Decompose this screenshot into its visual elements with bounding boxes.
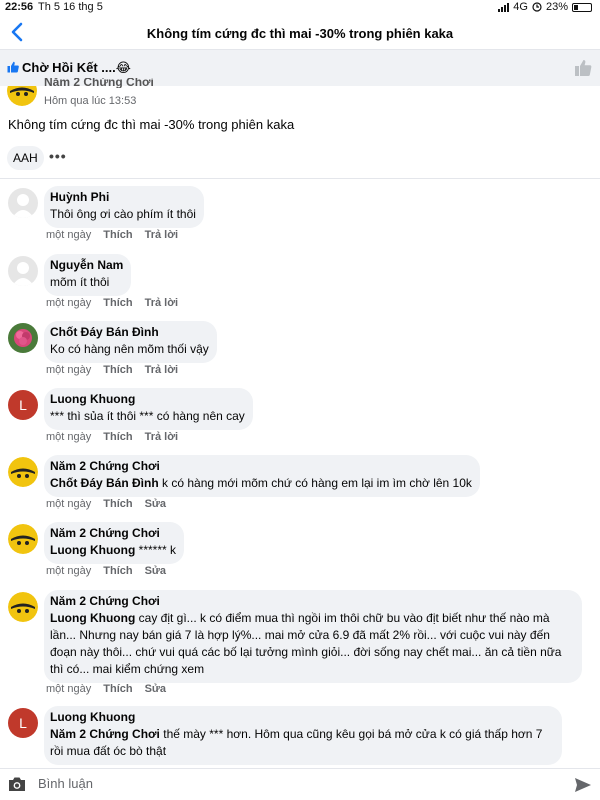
comment-bubble[interactable]: Huỳnh Phi Thôi ông ơi cào phím ít thôi [44,186,204,228]
comment-actions: một ngày Thích Trả lời [46,364,178,376]
comment-bubble[interactable]: Nguyễn Nam mõm ít thôi [44,254,132,296]
commenter-avatar[interactable] [8,524,38,554]
comment-age: một ngày [46,431,92,443]
commenter-name[interactable]: Chốt Đáy Bán Đình [50,324,209,341]
comment-actions: một ngày Thích Sửa [46,498,166,510]
comment-text: Luong Khuong cay địt gì... k có điểm mua… [50,610,574,678]
comment-actions: một ngày Thích Trả lời [46,229,178,241]
status-date: Th 5 16 thg 5 [38,1,103,13]
comment-actions: một ngày Thích Trả lời [46,431,178,443]
commenter-avatar[interactable] [8,457,38,487]
edit-button[interactable]: Sửa [145,565,166,577]
battery-label: 23% [545,1,568,13]
status-bar: 22:56 Th 5 16 thg 5 4G 23% [0,0,600,16]
comment-text: Thôi ông ơi cào phím ít thôi [50,207,196,221]
nav-bar: Không tím cứng đc thì mai -30% trong phi… [0,16,600,50]
commenter-name[interactable]: Năm 2 Chứng Chơi [50,525,176,542]
comment-text: Chốt Đáy Bán Đình k có hàng mới mõm chứ … [50,475,472,492]
reply-button[interactable]: Trả lời [145,431,179,443]
status-time: 22:56 [5,1,34,13]
reply-button[interactable]: Trả lời [145,364,179,376]
comment-age: một ngày [46,364,92,376]
page-title: Không tím cứng đc thì mai -30% trong phi… [146,26,454,41]
reply-button[interactable]: Trả lời [145,229,179,241]
comment-bubble[interactable]: Luong Khuong *** thì sủa ít thôi *** có … [44,388,253,430]
like-button[interactable]: Thích [103,683,132,695]
comment-bubble[interactable]: Năm 2 Chứng Chơi Luong Khuong cay địt gì… [44,590,582,683]
mention-tag[interactable]: Chốt Đáy Bán Đình [50,476,159,490]
comment-actions: một ngày Thích Sửa [46,565,166,577]
comment-age: một ngày [46,229,92,241]
comment-text: mõm ít thôi [50,275,110,289]
battery-icon [572,2,592,12]
commenter-name[interactable]: Huỳnh Phi [50,189,196,206]
like-button[interactable]: Thích [103,565,132,577]
letter-avatar[interactable]: L [8,390,38,420]
comment-bubble[interactable]: Luong Khuong Năm 2 Chứng Chơi thế mày **… [44,706,562,765]
comment-text: *** thì sủa ít thôi *** có hàng nên cay [50,409,245,423]
mention-tag[interactable]: Năm 2 Chứng Chơi [50,727,160,741]
commenter-name[interactable]: Luong Khuong [50,709,554,726]
network-label: 4G [513,1,528,13]
post-timestamp: Hôm qua lúc 13:53 [44,95,137,107]
edit-button[interactable]: Sửa [145,498,166,510]
thumbs-up-icon [7,61,19,73]
comment-composer: Bình luận [0,768,600,800]
commenter-name[interactable]: Năm 2 Chứng Chơi [50,593,574,610]
commenter-name[interactable]: Năm 2 Chứng Chơi [50,458,472,475]
reply-button[interactable]: Trả lời [145,297,179,309]
commenter-name[interactable]: Nguyễn Nam [50,257,123,274]
like-button[interactable]: Thích [103,364,132,376]
alarm-icon [532,2,542,12]
default-avatar-icon[interactable] [8,188,38,218]
comment-bubble[interactable]: Năm 2 Chứng Chơi Luong Khuong ****** k [44,522,184,564]
letter-avatar[interactable]: L [8,708,38,738]
comment-age: một ngày [46,565,92,577]
commenter-avatar[interactable] [8,592,38,622]
like-button[interactable]: Thích [103,431,132,443]
signal-icon [498,2,510,12]
default-avatar-icon[interactable] [8,256,38,286]
comment-body: ****** k [135,543,176,557]
camera-icon[interactable] [8,776,26,792]
reaction-button[interactable]: AAH [7,146,44,170]
mention-tag[interactable]: Luong Khuong [50,611,135,625]
status-indicators: 4G 23% [498,1,592,13]
post-author-avatar[interactable] [7,86,37,106]
comment-body: k có hàng mới mõm chứ có hàng em lại im … [158,476,472,490]
like-button[interactable]: Thích [103,229,132,241]
mention-tag[interactable]: Luong Khuong [50,543,135,557]
divider [0,178,600,179]
comment-age: một ngày [46,498,92,510]
like-button[interactable]: Thích [103,498,132,510]
comment-actions: một ngày Thích Sửa [46,683,166,695]
commenter-name[interactable]: Luong Khuong [50,391,245,408]
comment-age: một ngày [46,683,92,695]
flower-avatar-icon[interactable] [8,323,38,353]
like-button[interactable]: Thích [103,297,132,309]
send-icon[interactable] [574,776,592,794]
comment-actions: một ngày Thích Trả lời [46,297,178,309]
comment-text: Năm 2 Chứng Chơi thế mày *** hơn. Hôm qu… [50,726,554,760]
post-author-name[interactable]: Năm 2 Chứng Chơi [44,78,154,88]
post-text: Không tím cứng đc thì mai -30% trong phi… [8,117,295,132]
edit-button[interactable]: Sửa [145,683,166,695]
comment-text: Luong Khuong ****** k [50,542,176,559]
group-name: Chờ Hồi Kết ....😂 [22,60,131,75]
comment-bubble[interactable]: Năm 2 Chứng Chơi Chốt Đáy Bán Đình k có … [44,455,480,497]
comment-text: Ko có hàng nên mõm thối vậy [50,342,209,356]
comment-bubble[interactable]: Chốt Đáy Bán Đình Ko có hàng nên mõm thố… [44,321,217,363]
comment-input[interactable]: Bình luận [38,776,93,791]
like-icon[interactable] [574,59,592,77]
comment-age: một ngày [46,297,92,309]
more-options-icon[interactable]: ••• [49,148,67,164]
